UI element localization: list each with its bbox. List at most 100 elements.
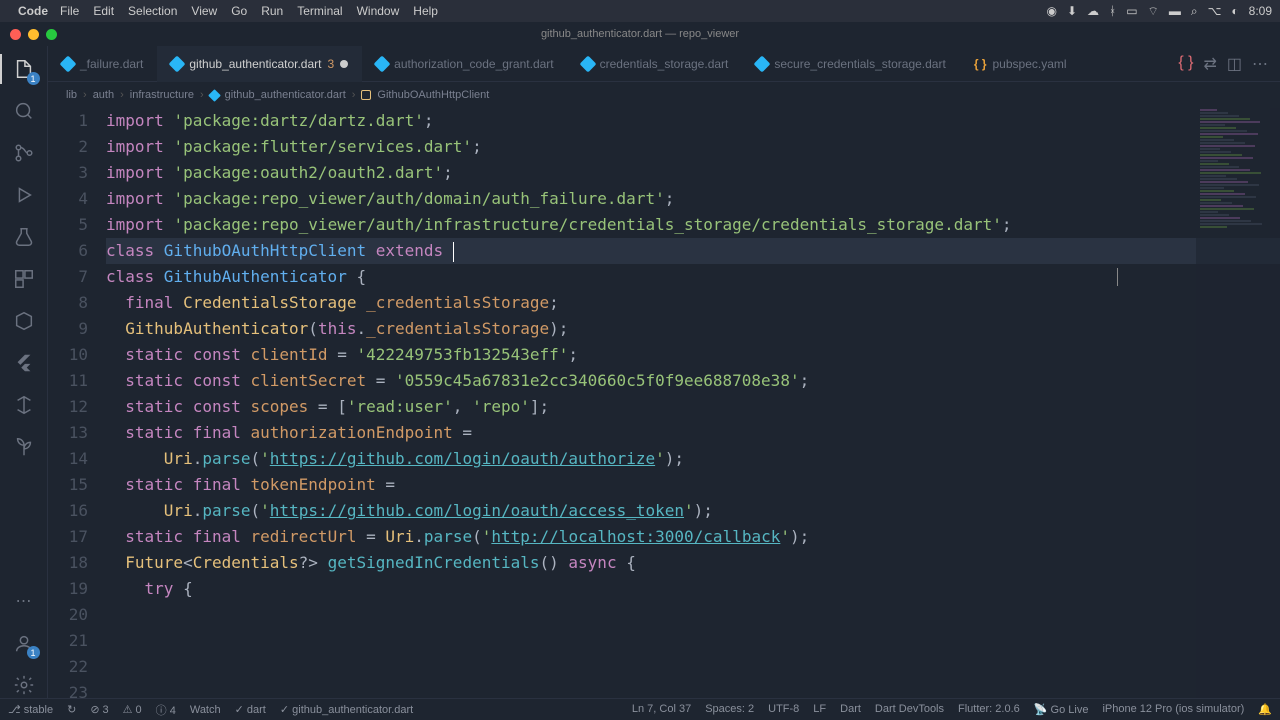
tray-siri-icon[interactable]: ◐ — [1231, 4, 1238, 18]
watch-label[interactable]: Watch — [190, 704, 221, 716]
pub-icon[interactable] — [11, 392, 37, 418]
code-line[interactable]: import 'package:repo_viewer/auth/infrast… — [106, 212, 1280, 238]
tray-bluetooth-icon[interactable]: ᚼ — [1109, 4, 1116, 18]
tray-download-icon[interactable]: ⬇ — [1067, 4, 1077, 18]
go-live[interactable]: 📡 Go Live — [1034, 703, 1089, 716]
settings-gear-icon[interactable] — [11, 672, 37, 698]
language[interactable]: Dart — [840, 703, 861, 716]
code-line[interactable]: static const clientSecret = '0559c45a678… — [106, 368, 1280, 394]
dart-icon — [579, 55, 596, 72]
error-count[interactable]: 3 — [90, 703, 108, 716]
code-line[interactable]: static final tokenEndpoint = — [106, 472, 1280, 498]
menu-view[interactable]: View — [191, 4, 217, 18]
menu-go[interactable]: Go — [231, 4, 247, 18]
code-line[interactable]: static final authorizationEndpoint = — [106, 420, 1280, 446]
code-line[interactable]: import 'package:oauth2/oauth2.dart'; — [106, 160, 1280, 186]
close-button[interactable] — [10, 29, 21, 40]
info-count[interactable]: ⓘ 4 — [156, 702, 176, 718]
breadcrumb[interactable]: lib› auth› infrastructure› github_authen… — [48, 82, 1280, 108]
more-icon[interactable]: ⋯ — [11, 588, 37, 614]
crumb[interactable]: github_authenticator.dart — [225, 89, 346, 101]
menu-window[interactable]: Window — [357, 4, 400, 18]
plant-icon[interactable] — [11, 434, 37, 460]
app-name[interactable]: Code — [18, 4, 48, 18]
menu-run[interactable]: Run — [261, 4, 283, 18]
code-line[interactable]: Uri.parse('https://github.com/login/oaut… — [106, 498, 1280, 524]
source-control-icon[interactable] — [11, 140, 37, 166]
crumb[interactable]: auth — [93, 89, 114, 101]
notifications-icon[interactable]: 🔔 — [1258, 703, 1272, 716]
tray-search-icon[interactable]: ⌕ — [1191, 4, 1198, 19]
tray-clock[interactable]: 8:09 — [1249, 4, 1272, 18]
git-branch[interactable]: ⎇ stable — [8, 703, 53, 716]
split-icon[interactable]: ◫ — [1227, 54, 1242, 74]
code-line[interactable]: import 'package:repo_viewer/auth/domain/… — [106, 186, 1280, 212]
encoding[interactable]: UTF-8 — [768, 703, 799, 716]
extensions-icon[interactable] — [11, 266, 37, 292]
tab-authorization_code_grant-dart[interactable]: authorization_code_grant.dart — [362, 46, 567, 82]
indent[interactable]: Spaces: 2 — [705, 703, 754, 716]
code-editor[interactable]: 123456789101112131415161718192021222324 … — [48, 108, 1280, 698]
tab-github_authenticator-dart[interactable]: github_authenticator.dart3 — [157, 46, 362, 82]
maximize-button[interactable] — [46, 29, 57, 40]
explorer-icon[interactable]: 1 — [11, 56, 37, 82]
line-number: 21 — [48, 628, 88, 654]
compare-icon[interactable]: ⇄ — [1203, 54, 1216, 74]
code-line[interactable]: Future<Credentials?> getSignedInCredenti… — [106, 550, 1280, 576]
tab-pubspec-yaml[interactable]: { }pubspec.yaml — [960, 46, 1081, 82]
crumb[interactable]: GithubOAuthHttpClient — [377, 89, 489, 101]
tray-flag-icon[interactable]: ▬ — [1169, 4, 1181, 18]
line-number: 12 — [48, 394, 88, 420]
devtools[interactable]: Dart DevTools — [875, 703, 944, 716]
remote-icon[interactable] — [11, 308, 37, 334]
tray-cloud-icon[interactable]: ☁ — [1087, 4, 1099, 18]
eol[interactable]: LF — [813, 703, 826, 716]
minimize-button[interactable] — [28, 29, 39, 40]
code-line[interactable]: class GithubAuthenticator { — [106, 264, 1280, 290]
code-line[interactable]: static const scopes = ['read:user', 'rep… — [106, 394, 1280, 420]
tab-_failure-dart[interactable]: _failure.dart — [48, 46, 157, 82]
tab-label: authorization_code_grant.dart — [394, 57, 553, 71]
tray-person-icon[interactable]: ◉ — [1046, 4, 1056, 18]
warning-count[interactable]: 0 — [123, 703, 142, 716]
menu-terminal[interactable]: Terminal — [297, 4, 342, 18]
code-lines[interactable]: import 'package:dartz/dartz.dart';import… — [106, 108, 1280, 698]
code-line[interactable]: static final redirectUrl = Uri.parse('ht… — [106, 524, 1280, 550]
menu-help[interactable]: Help — [413, 4, 438, 18]
menu-file[interactable]: File — [60, 4, 79, 18]
analyzing-status[interactable]: ✓ github_authenticator.dart — [280, 703, 413, 716]
crumb[interactable]: infrastructure — [130, 89, 194, 101]
menu-edit[interactable]: Edit — [93, 4, 114, 18]
tab-secure_credentials_storage-dart[interactable]: secure_credentials_storage.dart — [742, 46, 959, 82]
problems-icon[interactable]: { } — [1178, 54, 1193, 74]
tray-wifi-icon[interactable]: ⌔ — [1148, 4, 1159, 19]
code-line[interactable]: final CredentialsStorage _credentialsSto… — [106, 290, 1280, 316]
sync-icon[interactable]: ↻ — [67, 703, 76, 716]
code-line[interactable]: import 'package:dartz/dartz.dart'; — [106, 108, 1280, 134]
more-tabs-icon[interactable]: ⋯ — [1252, 54, 1268, 74]
account-icon[interactable]: 1 — [11, 630, 37, 656]
line-number: 14 — [48, 446, 88, 472]
flutter-icon[interactable] — [11, 350, 37, 376]
tray-control-center-icon[interactable]: ⌥ — [1208, 4, 1222, 18]
dart-status[interactable]: ✓ dart — [235, 703, 266, 716]
code-line[interactable]: class GithubOAuthHttpClient extends — [106, 238, 1280, 264]
cursor-position[interactable]: Ln 7, Col 37 — [632, 703, 691, 716]
line-number: 22 — [48, 654, 88, 680]
test-icon[interactable] — [11, 224, 37, 250]
code-line[interactable]: import 'package:flutter/services.dart'; — [106, 134, 1280, 160]
code-line[interactable]: Uri.parse('https://github.com/login/oaut… — [106, 446, 1280, 472]
class-icon — [361, 90, 371, 100]
tab-credentials_storage-dart[interactable]: credentials_storage.dart — [568, 46, 743, 82]
code-line[interactable]: GithubAuthenticator(this._credentialsSto… — [106, 316, 1280, 342]
tray-battery[interactable]: ▭ — [1126, 4, 1137, 18]
run-debug-icon[interactable] — [11, 182, 37, 208]
code-line[interactable]: try { — [106, 576, 1280, 602]
device[interactable]: iPhone 12 Pro (ios simulator) — [1102, 703, 1244, 716]
flutter-version[interactable]: Flutter: 2.0.6 — [958, 703, 1020, 716]
crumb[interactable]: lib — [66, 89, 77, 101]
code-line[interactable]: static const clientId = '422249753fb1325… — [106, 342, 1280, 368]
minimap[interactable] — [1196, 108, 1280, 698]
search-icon[interactable] — [11, 98, 37, 124]
menu-selection[interactable]: Selection — [128, 4, 177, 18]
